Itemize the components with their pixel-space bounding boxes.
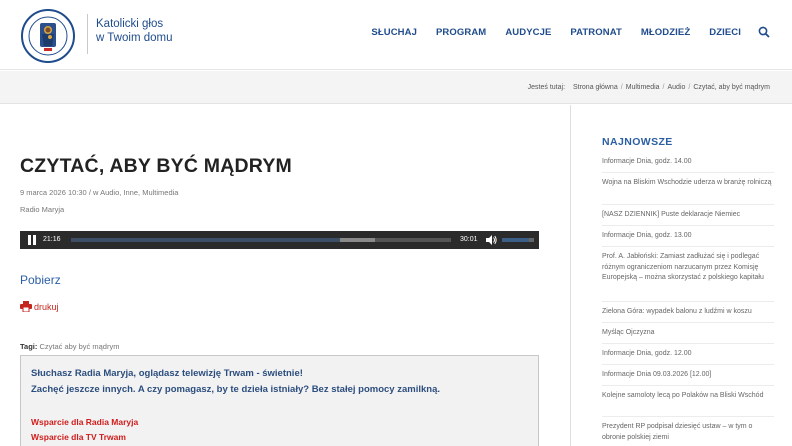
- logo-divider: [87, 14, 88, 54]
- volume-slider[interactable]: [502, 238, 534, 242]
- support-tv-link[interactable]: Wsparcie dla TV Trwam: [31, 432, 126, 442]
- sidebar-separator: [602, 416, 774, 417]
- breadcrumb-audio[interactable]: Audio: [668, 84, 686, 91]
- breadcrumb-separator: /: [688, 84, 691, 91]
- sidebar-separator: [602, 385, 774, 386]
- sidebar-item[interactable]: Zielona Góra: wypadek balonu z ludźmi w …: [602, 307, 774, 318]
- article-author: Radio Maryja: [20, 205, 65, 214]
- sidebar-item[interactable]: Prof. A. Jabłoński: Zamiast zadłużać się…: [602, 252, 774, 284]
- sidebar-item[interactable]: Informacje Dnia, godz. 14.00: [602, 157, 774, 168]
- nav-item-audycje[interactable]: AUDYCJE: [505, 27, 551, 38]
- main-nav: SŁUCHAJ PROGRAM AUDYCJE PATRONAT MŁODZIE…: [352, 26, 770, 38]
- print-label: drukuj: [34, 301, 59, 312]
- support-line-1: Słuchasz Radia Maryja, oglądasz telewizj…: [31, 368, 303, 379]
- nav-item-mlodziez[interactable]: MŁODZIEŻ: [641, 27, 690, 38]
- sidebar-title: NAJNOWSZE: [602, 136, 673, 148]
- breadcrumb-home[interactable]: Strona główna: [573, 84, 618, 91]
- nav-item-program[interactable]: PROGRAM: [436, 27, 486, 38]
- player-progress: [71, 238, 341, 242]
- sidebar-item[interactable]: Informacje Dnia, godz. 13.00: [602, 231, 774, 242]
- breadcrumb-separator: /: [620, 84, 623, 91]
- download-link[interactable]: Pobierz: [20, 273, 61, 287]
- tag-link[interactable]: Czytać aby być mądrym: [39, 342, 119, 351]
- audio-player: 21:16 30:01: [20, 231, 539, 249]
- player-duration: 30:01: [460, 236, 478, 243]
- sidebar-separator: [602, 322, 774, 323]
- breadcrumb-separator: /: [662, 84, 665, 91]
- article-in-label: w: [92, 188, 99, 197]
- support-box: Słuchasz Radia Maryja, oglądasz telewizj…: [20, 355, 539, 446]
- player-seek-bar[interactable]: [71, 238, 451, 242]
- breadcrumb-bar: Jesteś tutaj: Strona główna / Multimedia…: [0, 71, 792, 104]
- nav-item-sluchaj[interactable]: SŁUCHAJ: [371, 27, 417, 38]
- sidebar-separator: [602, 364, 774, 365]
- support-line-2: Zachęć jeszcze innych. A czy pomagasz, b…: [31, 384, 440, 395]
- nav-item-dzieci[interactable]: DZIECI: [709, 27, 741, 38]
- sidebar-item[interactable]: Informacje Dnia 09.03.2026 [12.00]: [602, 370, 774, 381]
- sidebar-item[interactable]: Myśląc Ojczyzna: [602, 328, 774, 339]
- breadcrumb-current: Czytać, aby być mądrym: [693, 84, 770, 91]
- radio-maryja-logo[interactable]: [18, 8, 78, 64]
- volume-icon[interactable]: [486, 235, 497, 245]
- support-radio-link[interactable]: Wsparcie dla Radia Maryja: [31, 417, 138, 427]
- sidebar-divider: [570, 105, 571, 446]
- sidebar-separator: [602, 246, 774, 247]
- sidebar-item[interactable]: Wojna na Bliskim Wschodzie uderza w bran…: [602, 178, 774, 189]
- sidebar-separator: [602, 204, 774, 205]
- article-categories[interactable]: Audio, Inne, Multimedia: [100, 188, 178, 197]
- sidebar-item[interactable]: [NASZ DZIENNIK] Puste deklaracje Niemiec: [602, 210, 774, 221]
- search-icon[interactable]: [758, 26, 770, 38]
- print-link[interactable]: drukuj: [20, 301, 59, 312]
- tagline-line-2: w Twoim domu: [96, 32, 173, 44]
- sidebar-separator: [602, 225, 774, 226]
- printer-icon: [20, 301, 32, 312]
- tags-label: Tagi:: [20, 342, 38, 351]
- breadcrumb-prefix: Jesteś tutaj:: [527, 84, 566, 91]
- site-header: Katolicki głos w Twoim domu SŁUCHAJ PROG…: [0, 0, 792, 70]
- article-meta: 9 marca 2026 10:30 / w Audio, Inne, Mult…: [20, 188, 179, 197]
- article-tags: Tagi: Czytać aby być mądrym: [20, 342, 119, 351]
- tagline-line-1: Katolicki głos: [96, 18, 164, 30]
- sidebar-separator: [602, 172, 774, 173]
- volume-level: [502, 238, 530, 242]
- breadcrumb: Jesteś tutaj: Strona główna / Multimedia…: [528, 84, 770, 91]
- nav-item-patronat[interactable]: PATRONAT: [570, 27, 621, 38]
- pause-icon[interactable]: [27, 235, 37, 245]
- sidebar-item[interactable]: Kolejne samoloty lecą po Polaków na Blis…: [602, 391, 774, 402]
- sidebar-item[interactable]: Informacje Dnia, godz. 12.00: [602, 349, 774, 360]
- tagline: Katolicki głos w Twoim domu: [96, 17, 172, 45]
- player-current-time: 21:16: [43, 236, 61, 243]
- sidebar-separator: [602, 301, 774, 302]
- article-title: CZYTAĆ, ABY BYĆ MĄDRYM: [20, 155, 292, 177]
- breadcrumb-multimedia[interactable]: Multimedia: [626, 84, 660, 91]
- sidebar-item[interactable]: Prezydent RP podpisał dziesięć ustaw – w…: [602, 422, 774, 443]
- article-date: 9 marca 2026 10:30: [20, 188, 87, 197]
- sidebar-separator: [602, 343, 774, 344]
